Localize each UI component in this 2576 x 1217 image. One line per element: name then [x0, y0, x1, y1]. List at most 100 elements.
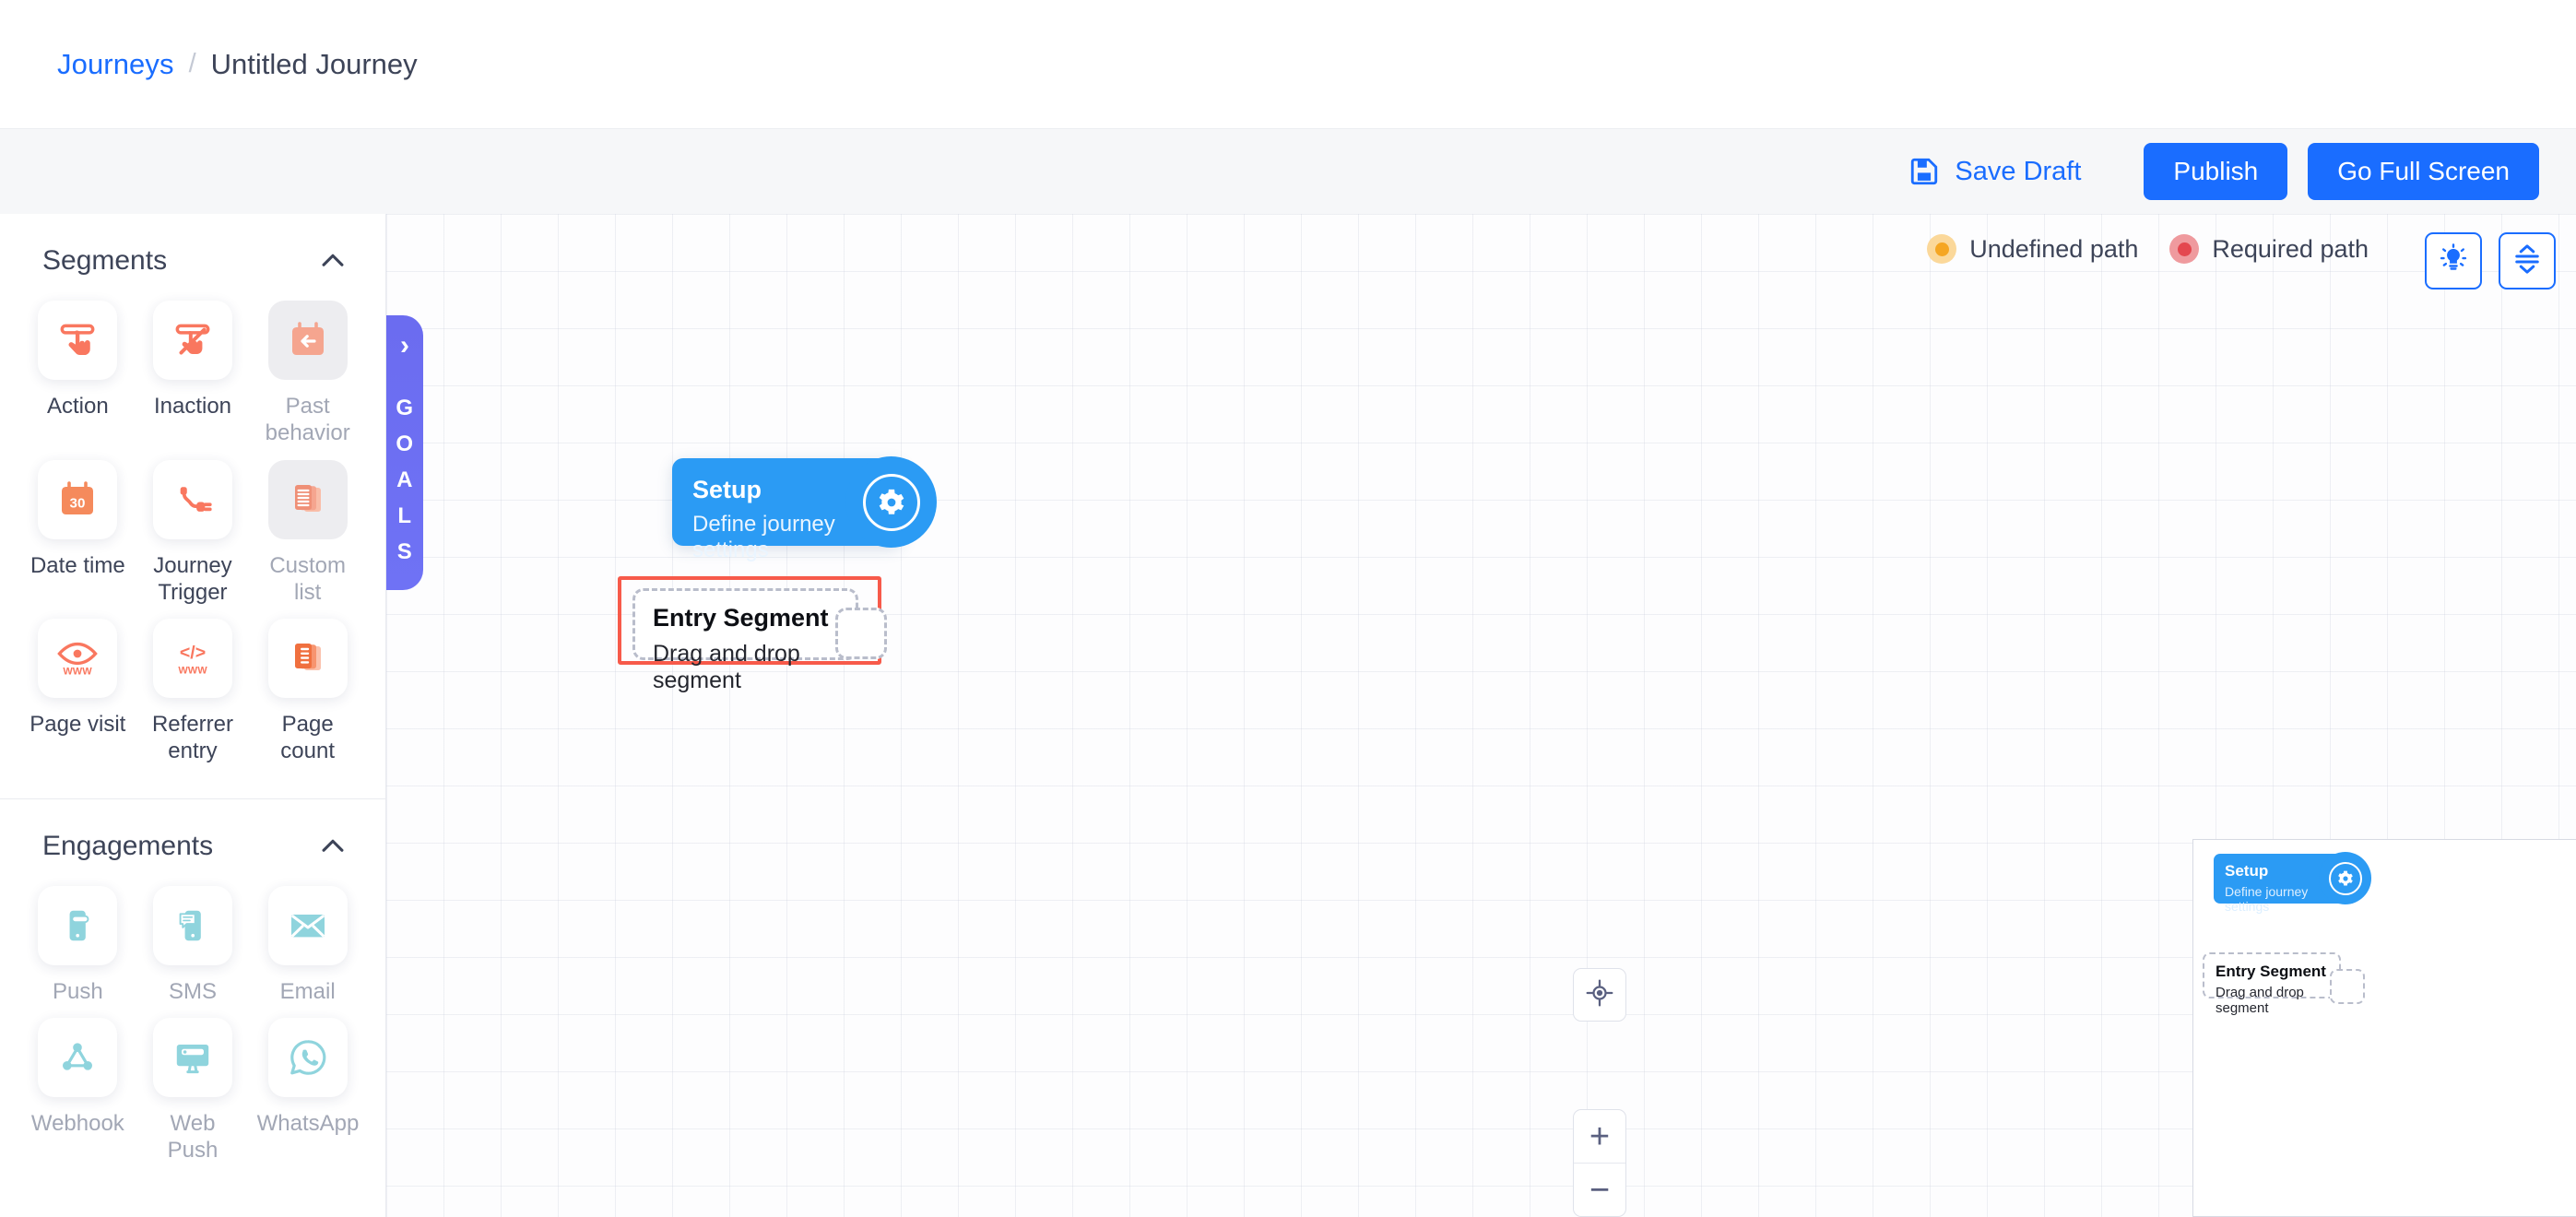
minimap[interactable]: Setup Define journey settings Entry Segm…	[2192, 839, 2576, 1217]
canvas-tool-group	[2425, 232, 2556, 289]
sidebar-item-date-time[interactable]: 30 Date time	[20, 459, 136, 607]
sidebar-item-page-count[interactable]: Page count	[250, 619, 365, 765]
sidebar-item-custom-list[interactable]: Custom list	[250, 459, 365, 607]
sidebar-item-label: Custom list	[269, 552, 346, 605]
sidebar-item-referrer-entry[interactable]: </> WWW Referrer entry	[136, 619, 251, 765]
goals-label: G O A L S	[396, 391, 413, 570]
sidebar-item-label: Push	[52, 978, 103, 1004]
calendar-30-icon: 30	[38, 459, 118, 539]
section-title-segments: Segments	[42, 245, 168, 276]
sidebar-item-action[interactable]: Action	[20, 301, 136, 447]
sidebar-item-journey-trigger[interactable]: Journey Trigger	[136, 459, 251, 607]
svg-text:</>: </>	[180, 643, 206, 663]
zoom-in-button[interactable]: +	[1574, 1110, 1625, 1163]
sidebar[interactable]: Segments Action Inaction Past behavior 3…	[0, 214, 386, 1217]
goals-letter: L	[397, 502, 412, 528]
svg-text:30: 30	[70, 495, 86, 511]
segments-grid: Action Inaction Past behavior 30 Date ti…	[0, 284, 385, 793]
sidebar-item-page-visit[interactable]: WWW Page visit	[20, 619, 136, 765]
entry-segment-subtitle: Drag and drop segment	[653, 641, 800, 693]
sidebar-item-label: Referrer entry	[151, 712, 233, 764]
save-draft-button[interactable]: Save Draft	[1908, 156, 2081, 187]
calendar-back-arrow-icon	[267, 301, 348, 380]
crosshair-icon	[1584, 977, 1615, 1013]
plug-connector-icon	[152, 459, 232, 539]
chevron-up-icon[interactable]	[317, 245, 349, 277]
eye-www-icon: WWW	[38, 619, 118, 699]
toolbar: Save Draft Publish Go Full Screen	[0, 129, 2576, 214]
legend-label: Required path	[2212, 234, 2369, 263]
no-tap-action-icon	[152, 301, 232, 380]
entry-segment-drop-slot[interactable]	[835, 608, 887, 659]
sidebar-item-label: Journey Trigger	[153, 552, 232, 605]
setup-node-title: Setup	[692, 476, 762, 503]
sidebar-item-email[interactable]: Email	[250, 885, 365, 1005]
minimap-entry-segment-node: Entry Segment Drag and drop segment	[2203, 952, 2341, 1016]
sidebar-item-label: Page visit	[30, 712, 126, 738]
entry-segment-title: Entry Segment	[653, 604, 829, 632]
svg-text:WWW: WWW	[178, 666, 207, 677]
sidebar-item-label: Date time	[30, 552, 125, 578]
entry-segment-node[interactable]: Entry Segment Drag and drop segment	[632, 588, 858, 693]
auto-arrange-button[interactable]	[2499, 232, 2556, 289]
breadcrumb: Journeys / Untitled Journey	[0, 0, 2576, 129]
sidebar-item-label: Web Push	[167, 1110, 219, 1164]
chevron-right-icon: ›	[400, 330, 409, 360]
save-draft-label: Save Draft	[1955, 156, 2082, 186]
legend-label: Undefined path	[1969, 234, 2139, 263]
sidebar-item-label: Past behavior	[265, 394, 350, 446]
sidebar-item-sms[interactable]: SMS	[136, 885, 251, 1005]
section-header-segments[interactable]: Segments	[0, 214, 385, 284]
sidebar-item-push[interactable]: Push	[20, 885, 136, 1005]
chevron-up-icon[interactable]	[317, 831, 349, 862]
minimap-entry-subtitle: Drag and drop segment	[2216, 985, 2304, 1016]
journey-builder-app: Journeys / Untitled Journey Save Draft P…	[0, 0, 2576, 1217]
sidebar-item-web-push[interactable]: Web Push	[136, 1017, 251, 1164]
webhook-icon	[38, 1017, 118, 1097]
goals-letter: A	[396, 467, 413, 492]
sidebar-section-segments: Segments Action Inaction Past behavior 3…	[0, 214, 385, 793]
goals-panel-tab[interactable]: › G O A L S	[386, 315, 423, 591]
goals-letter: S	[396, 538, 413, 564]
setup-node[interactable]: Setup Define journey settings	[672, 456, 937, 562]
goals-letter: O	[396, 431, 414, 456]
sidebar-item-past-behavior[interactable]: Past behavior	[250, 301, 365, 447]
sidebar-item-whatsapp[interactable]: WhatsApp	[250, 1017, 365, 1164]
minimap-setup-title: Setup	[2225, 862, 2269, 880]
sidebar-item-inaction[interactable]: Inaction	[136, 301, 251, 447]
entry-segment-highlight: Entry Segment Drag and drop segment	[618, 576, 887, 693]
undefined-path-dot-icon	[1927, 234, 1957, 264]
minimap-setup-node: Setup Define journey settings	[2214, 852, 2371, 914]
sidebar-item-webhook[interactable]: Webhook	[20, 1017, 136, 1164]
sidebar-item-label: Action	[46, 394, 109, 419]
svg-text:WWW: WWW	[64, 667, 93, 678]
page-title: Untitled Journey	[210, 47, 418, 80]
vertical-distribute-icon	[2511, 242, 2544, 280]
setup-gear-button[interactable]	[845, 456, 937, 548]
path-legend: Undefined path Required path	[1927, 234, 2369, 264]
publish-button[interactable]: Publish	[2144, 143, 2288, 200]
go-full-screen-button[interactable]: Go Full Screen	[2308, 143, 2539, 200]
floppy-disk-icon	[1908, 156, 1940, 187]
minimap-entry-title: Entry Segment	[2216, 963, 2326, 980]
tips-button[interactable]	[2425, 232, 2482, 289]
sidebar-item-label: Inaction	[153, 394, 232, 419]
code-www-icon: </> WWW	[152, 619, 232, 699]
breadcrumb-link-journeys[interactable]: Journeys	[57, 48, 174, 81]
engagements-grid: Push SMS Email Webhook Web Push WhatsApp	[0, 869, 385, 1192]
node-group: Setup Define journey settings Entry Segm…	[618, 417, 937, 730]
sidebar-item-label: Page count	[280, 712, 336, 764]
gear-icon	[862, 473, 920, 531]
minimap-entry-drop-slot	[2330, 969, 2365, 1004]
journey-canvas[interactable]: › G O A L S Undefined path Required path…	[386, 214, 2576, 1217]
sidebar-item-label: Email	[279, 978, 336, 1004]
envelope-icon	[267, 885, 348, 965]
center-view-button[interactable]	[1573, 968, 1626, 1022]
tap-action-icon	[38, 301, 118, 380]
zoom-out-button[interactable]: −	[1574, 1164, 1625, 1216]
minimap-gear-icon	[2319, 852, 2371, 904]
goals-letter: G	[396, 396, 414, 420]
sidebar-item-label: Webhook	[30, 1110, 124, 1136]
required-path-dot-icon	[2169, 234, 2200, 264]
section-header-engagements[interactable]: Engagements	[0, 799, 385, 869]
